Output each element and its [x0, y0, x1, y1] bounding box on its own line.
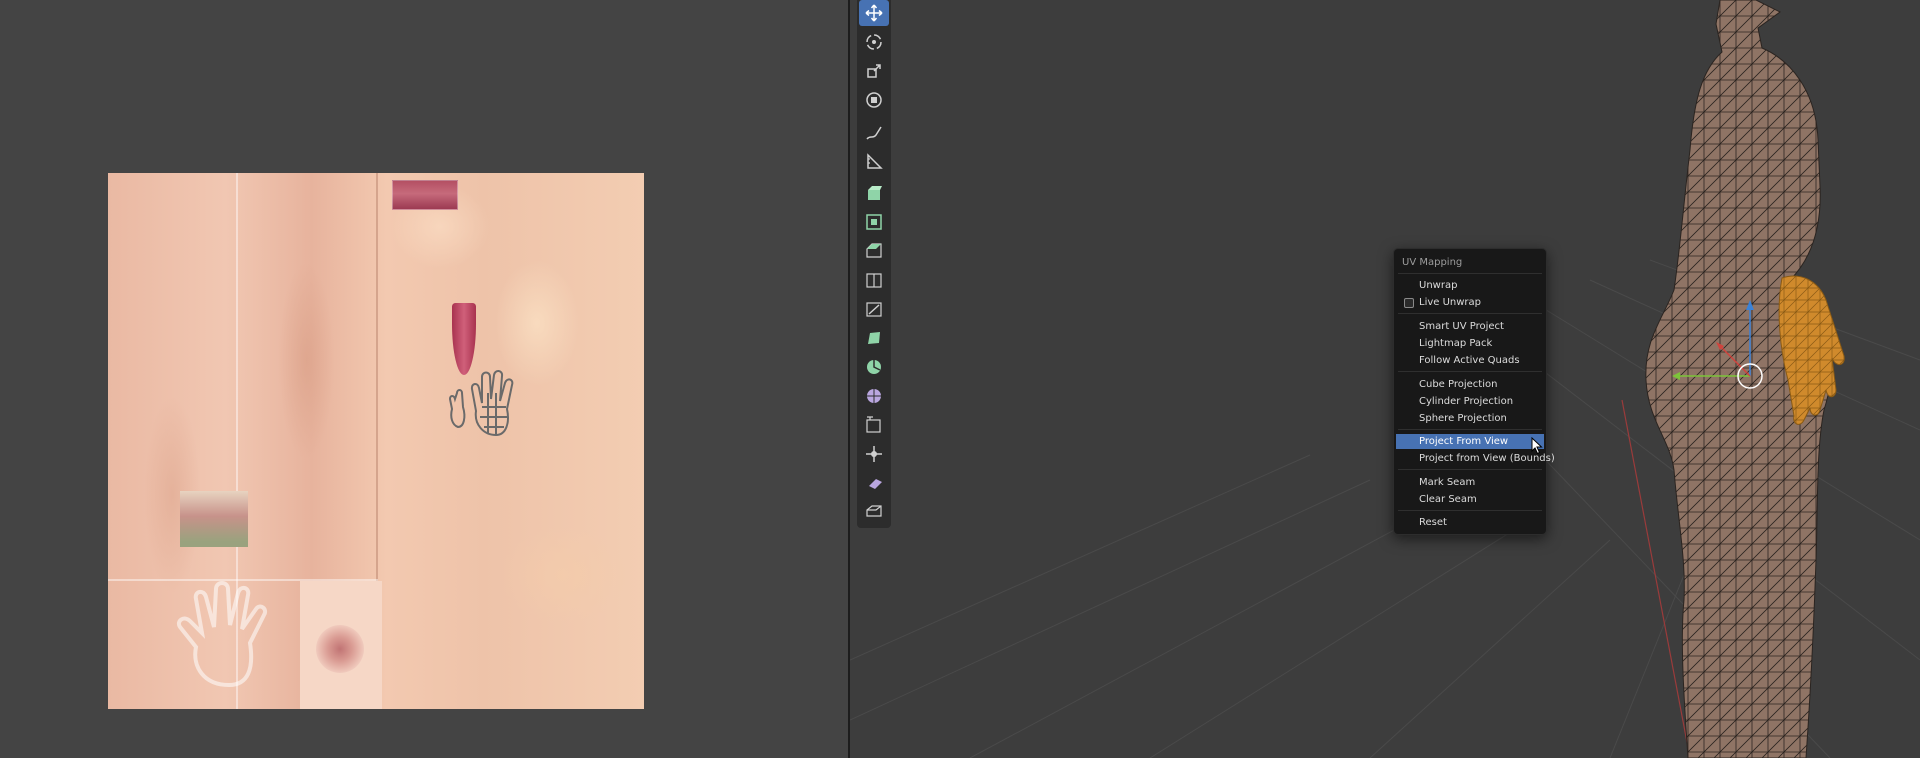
tool-edge-slide-button[interactable] — [859, 412, 889, 438]
menu-item-sphere-projection[interactable]: Sphere Projection — [1396, 411, 1544, 426]
spin-icon — [867, 360, 881, 374]
uv-mapping-menu: UV Mapping Unwrap Live Unwrap Smart UV P… — [1393, 248, 1555, 535]
shrink-fatten-icon — [866, 446, 882, 462]
texture-hand-print — [177, 581, 267, 688]
menu-item-reset[interactable]: Reset — [1396, 515, 1544, 530]
tool-transform-button[interactable] — [859, 87, 889, 113]
smooth-icon — [867, 389, 881, 403]
scale-icon — [867, 64, 881, 78]
menu-item-clear-seam[interactable]: Clear Seam — [1396, 492, 1544, 507]
mouse-cursor-icon — [1531, 437, 1543, 455]
tool-move-button[interactable] — [859, 0, 889, 26]
tool-extrude-button[interactable] — [859, 180, 889, 206]
tool-annotate-button[interactable] — [859, 120, 889, 146]
bevel-icon — [866, 243, 882, 258]
knife-icon — [866, 302, 882, 317]
texture-nipple-patch — [316, 625, 364, 673]
tool-shrink-fatten-button[interactable] — [859, 441, 889, 467]
menu-item-project-from-view-bounds[interactable]: Project from View (Bounds) — [1396, 451, 1555, 466]
transform-icon — [866, 92, 882, 108]
measure-icon — [867, 153, 883, 169]
poly-build-icon — [868, 332, 880, 344]
tool-rotate-button[interactable] — [859, 29, 889, 55]
menu-item-live-unwrap[interactable]: Live Unwrap — [1396, 295, 1544, 310]
menu-item-lightmap-pack[interactable]: Lightmap Pack — [1396, 336, 1544, 351]
menu-item-project-from-view[interactable]: Project From View — [1396, 434, 1544, 449]
menu-separator — [1398, 273, 1542, 274]
texture-mouth-patch — [180, 491, 248, 547]
tool-bevel-button[interactable] — [859, 238, 889, 264]
live-unwrap-checkbox[interactable] — [1404, 298, 1414, 308]
menu-item-smart-uv-project[interactable]: Smart UV Project — [1396, 319, 1544, 334]
menu-item-cube-projection[interactable]: Cube Projection — [1396, 377, 1544, 392]
annotate-icon — [866, 126, 882, 140]
edge-slide-icon — [866, 416, 881, 433]
tool-shelf — [857, 0, 891, 528]
tool-shear-button[interactable] — [859, 470, 889, 496]
tool-knife-button[interactable] — [859, 296, 889, 322]
menu-separator — [1398, 371, 1542, 372]
menu-item-label: Live Unwrap — [1419, 297, 1482, 308]
menu-item-unwrap[interactable]: Unwrap — [1396, 278, 1544, 293]
menu-separator — [1398, 510, 1542, 511]
menu-separator — [1398, 469, 1542, 470]
shear-icon — [869, 479, 882, 489]
tool-poly-build-button[interactable] — [859, 325, 889, 351]
menu-item-cylinder-projection[interactable]: Cylinder Projection — [1396, 394, 1544, 409]
menu-item-follow-active-quads[interactable]: Follow Active Quads — [1396, 353, 1544, 368]
extrude-region-icon — [868, 186, 882, 200]
uv-hand-mesh-icon — [448, 370, 514, 437]
move-icon — [865, 4, 883, 22]
menu-separator — [1398, 313, 1542, 314]
rotate-icon — [866, 34, 882, 50]
tool-scale-button[interactable] — [859, 58, 889, 84]
tool-inset-button[interactable] — [859, 209, 889, 235]
menu-separator — [1398, 429, 1542, 430]
loop-cut-icon — [866, 273, 882, 288]
uv-texture-image[interactable] — [108, 173, 644, 709]
menu-item-mark-seam[interactable]: Mark Seam — [1396, 475, 1544, 490]
inset-faces-icon — [866, 214, 882, 230]
tool-smooth-button[interactable] — [859, 383, 889, 409]
character-mesh[interactable] — [1640, 0, 1900, 758]
uv-editor-area[interactable] — [0, 0, 848, 758]
uv-menu-title: UV Mapping — [1402, 257, 1463, 268]
tool-spin-button[interactable] — [859, 354, 889, 380]
tool-rip-region-button[interactable] — [859, 499, 889, 525]
rip-region-icon — [866, 505, 882, 517]
texture-lips-patch — [392, 180, 458, 210]
tool-loop-cut-button[interactable] — [859, 267, 889, 293]
tool-measure-button[interactable] — [859, 149, 889, 175]
